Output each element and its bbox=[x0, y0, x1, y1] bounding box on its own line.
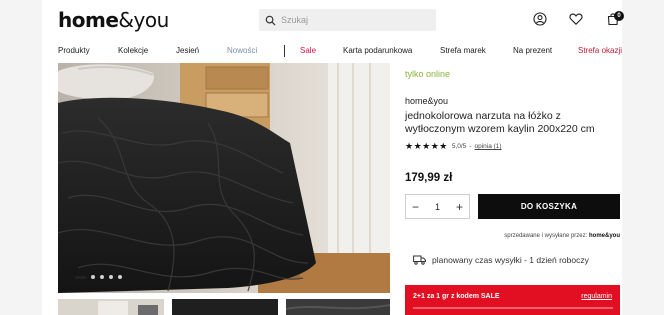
gallery-dot-2[interactable] bbox=[91, 275, 95, 279]
logo[interactable]: home&you bbox=[58, 8, 169, 32]
seller-name: home&you bbox=[588, 233, 620, 239]
thumbnail-2[interactable] bbox=[172, 299, 278, 315]
thumbnail-1-image bbox=[98, 301, 158, 315]
search-bar[interactable] bbox=[259, 9, 436, 31]
rating-value: 5,0/5 bbox=[451, 143, 467, 150]
gallery-dot-5[interactable] bbox=[118, 275, 122, 279]
nav-item-jesien[interactable]: Jesień bbox=[176, 46, 199, 55]
rating-stars: ★★★★★ bbox=[405, 141, 448, 151]
thumbnail-1[interactable] bbox=[58, 299, 164, 315]
quantity-stepper: − 1 + bbox=[405, 194, 470, 219]
thumbnail-3[interactable] bbox=[286, 299, 390, 315]
promo-terms-link[interactable]: regulamin bbox=[581, 293, 612, 300]
gallery-pagination bbox=[75, 275, 122, 279]
online-only-label: tylko online bbox=[405, 69, 451, 79]
nav-item-strefa-marek[interactable]: Strefa marek bbox=[440, 46, 486, 55]
add-to-cart-button[interactable]: DO KOSZYKA bbox=[478, 194, 620, 219]
seller-info: sprzedawane i wysyłane przez: home&you bbox=[405, 233, 620, 239]
promo-banner: 2+1 za 1 gr z kodem SALE regulamin bbox=[405, 285, 620, 315]
promo-text: 2+1 za 1 gr z kodem SALE bbox=[413, 293, 500, 300]
bed-with-black-bedspread-image bbox=[58, 63, 390, 293]
search-icon bbox=[265, 15, 276, 26]
reviews-link[interactable]: opinia (1) bbox=[474, 143, 501, 150]
quantity-decrease-button[interactable]: − bbox=[412, 201, 419, 213]
seller-prefix: sprzedawane i wysyłane przez: bbox=[504, 233, 588, 239]
quantity-increase-button[interactable]: + bbox=[456, 201, 463, 213]
nav-item-nowosci[interactable]: Nowości bbox=[227, 46, 257, 55]
nav-divider bbox=[284, 45, 285, 57]
main-navigation: Produkty Kolekcje Jesień Nowości Sale Ka… bbox=[58, 45, 622, 59]
wishlist-heart-icon[interactable] bbox=[569, 12, 583, 26]
nav-item-sale[interactable]: Sale bbox=[300, 46, 316, 55]
product-price: 179,99 zł bbox=[405, 172, 453, 184]
gallery-dot-1[interactable] bbox=[75, 275, 86, 279]
shipping-text: planowany czas wysyłki - 1 dzień roboczy bbox=[432, 255, 589, 265]
quantity-value[interactable]: 1 bbox=[435, 202, 440, 212]
nav-item-produkty[interactable]: Produkty bbox=[58, 46, 90, 55]
gallery-dot-4[interactable] bbox=[109, 275, 113, 279]
shipping-info: planowany czas wysyłki - 1 dzień roboczy bbox=[413, 255, 589, 265]
product-rating: ★★★★★ 5,0/5 - opinia (1) bbox=[405, 141, 502, 152]
nav-item-strefa-okazji[interactable]: Strefa okazji bbox=[578, 46, 622, 55]
nav-item-na-prezent[interactable]: Na prezent bbox=[513, 46, 552, 55]
promo-subtext-bar bbox=[413, 307, 613, 309]
search-input[interactable] bbox=[281, 15, 431, 25]
nav-item-kolekcje[interactable]: Kolekcje bbox=[118, 46, 148, 55]
cart-count-badge: 0 bbox=[614, 11, 624, 21]
product-title: jednokolorowa narzuta na łóżko z wytłocz… bbox=[405, 110, 595, 135]
brand-name[interactable]: home&you bbox=[405, 96, 448, 106]
nav-item-karta-podarunkowa[interactable]: Karta podarunkowa bbox=[343, 46, 412, 55]
product-main-image[interactable] bbox=[58, 63, 390, 293]
thumbnail-3-image bbox=[286, 304, 390, 310]
rating-separator: - bbox=[469, 143, 472, 150]
gallery-dot-3[interactable] bbox=[100, 275, 104, 279]
delivery-truck-icon bbox=[413, 255, 426, 265]
account-icon[interactable] bbox=[533, 12, 547, 26]
